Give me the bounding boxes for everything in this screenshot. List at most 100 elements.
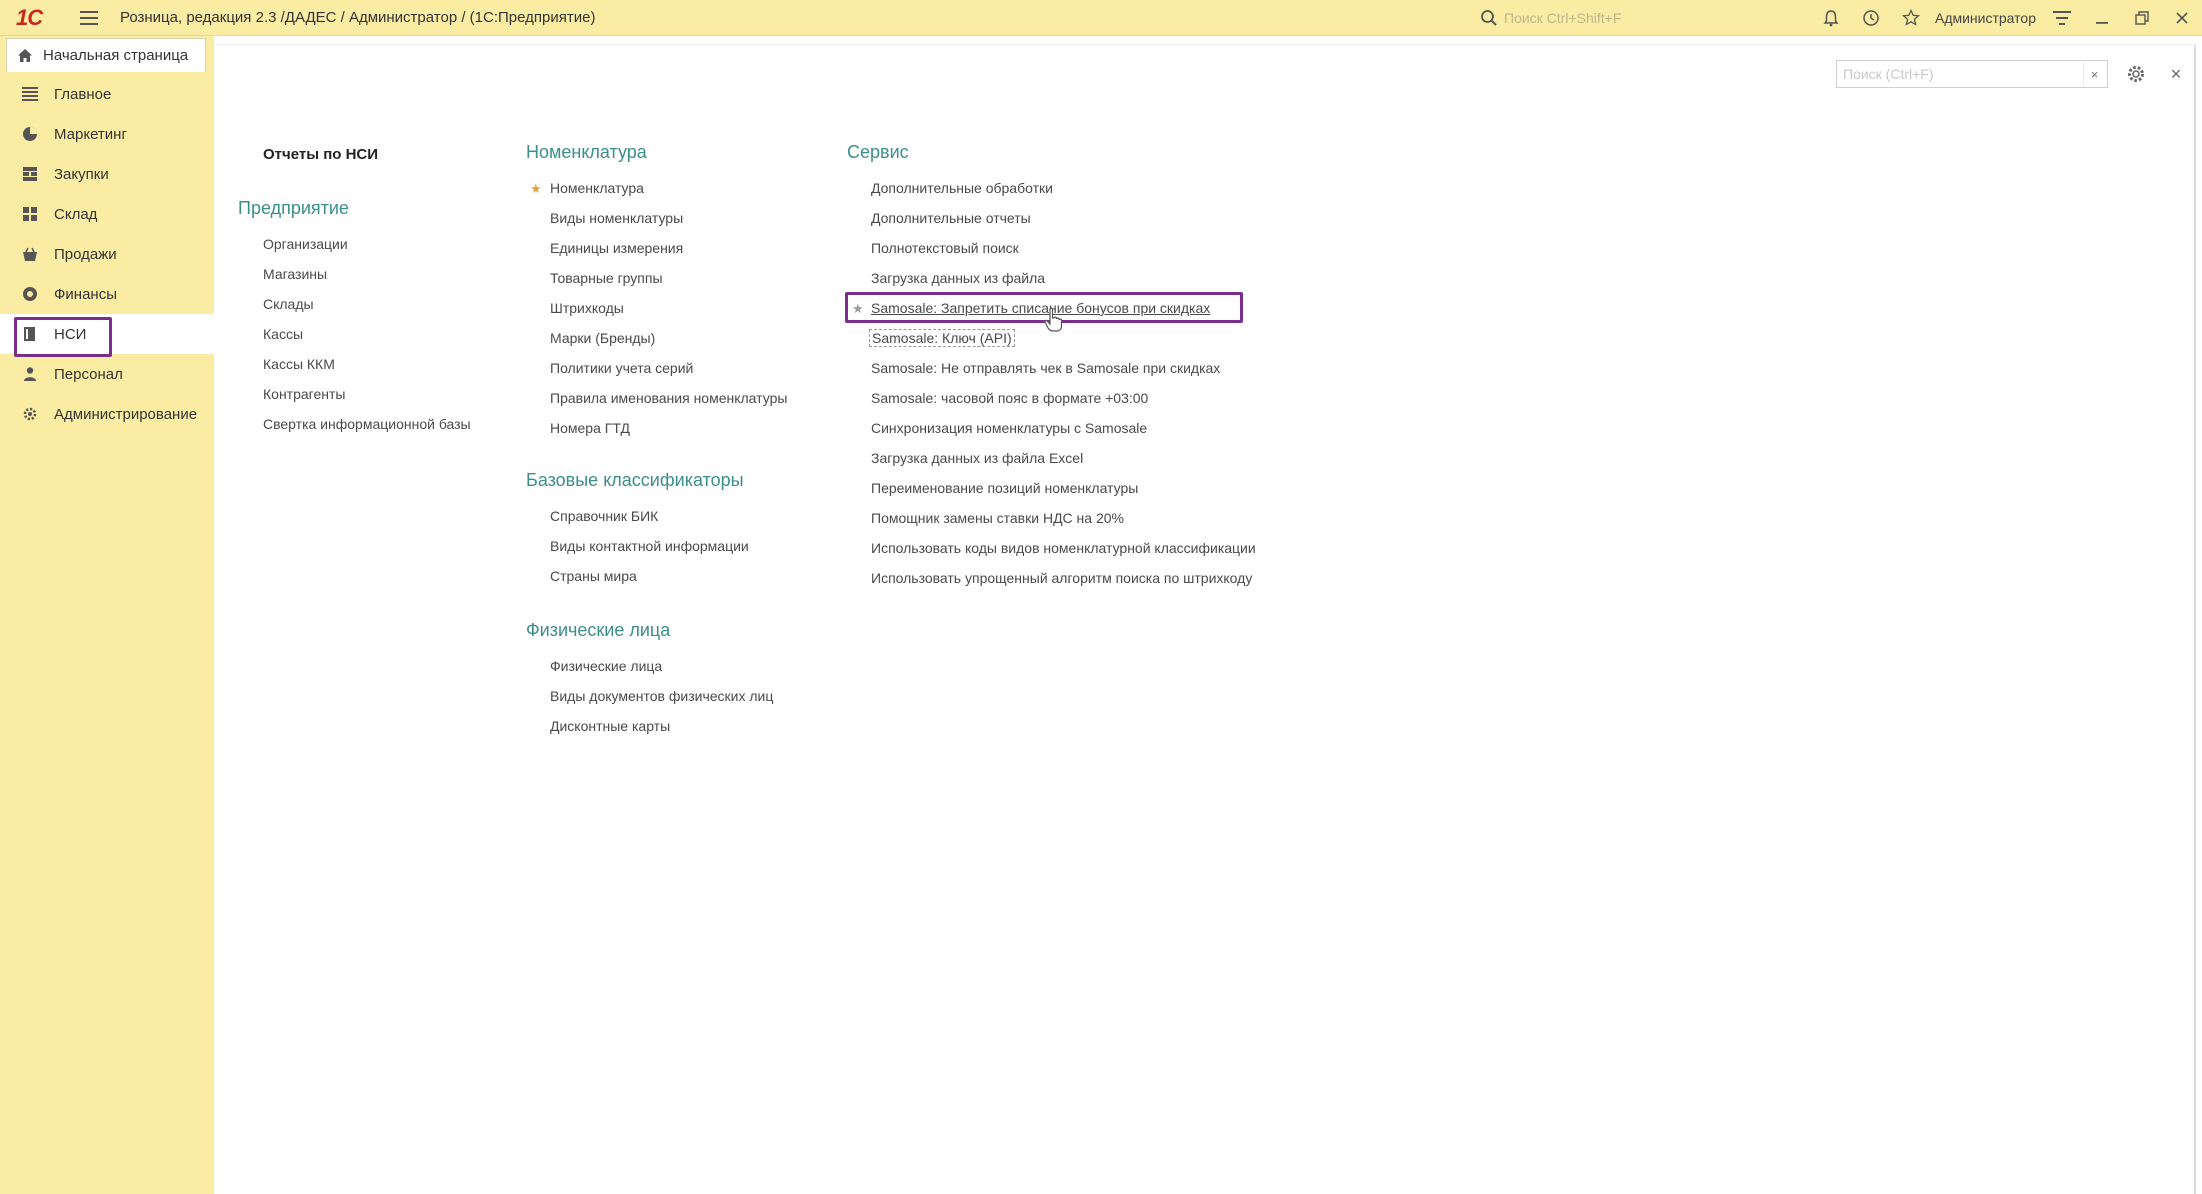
clear-search-button[interactable]: ×: [2083, 62, 2105, 86]
section-purchases[interactable]: Закупки: [0, 154, 214, 194]
link-load-from-excel[interactable]: Загрузка данных из файла Excel: [871, 450, 1083, 466]
link-additional-processing[interactable]: Дополнительные обработки: [871, 180, 1053, 196]
sections-panel: Начальная страница Главное Маркетинг Зак…: [0, 36, 214, 1194]
link-kkm-cash-desks[interactable]: Кассы ККМ: [263, 356, 335, 372]
link-nomenclature-types[interactable]: Виды номенклатуры: [550, 210, 683, 226]
link-samosale-no-receipt[interactable]: Samosale: Не отправлять чек в Samosale п…: [871, 360, 1220, 376]
section-label: Склад: [54, 205, 98, 223]
link-units[interactable]: Единицы измерения: [550, 240, 683, 256]
link-nomenclature[interactable]: Номенклатура: [550, 180, 644, 196]
history-icon: [1863, 10, 1879, 26]
filter-menu-icon: [2053, 11, 2071, 25]
favorite-star-icon: ★: [852, 301, 864, 316]
close-icon: [2176, 12, 2188, 24]
main-menu-button[interactable]: [78, 7, 100, 29]
person-icon: [20, 364, 40, 384]
link-additional-reports[interactable]: Дополнительные отчеты: [871, 210, 1031, 226]
form-search[interactable]: ×: [1836, 60, 2108, 88]
search-icon: [1481, 10, 1497, 26]
link-product-groups[interactable]: Товарные группы: [550, 270, 663, 286]
section-sales[interactable]: Продажи: [0, 234, 214, 274]
persons-group-title: Физические лица: [526, 620, 671, 640]
link-stores[interactable]: Магазины: [263, 266, 327, 282]
section-nsi[interactable]: НСИ: [0, 314, 214, 357]
link-infobase-collapse[interactable]: Свертка информационной базы: [263, 416, 471, 432]
basket-icon: [20, 244, 40, 264]
minimize-button[interactable]: [2082, 0, 2122, 36]
form-settings-button[interactable]: [2124, 62, 2148, 86]
link-countries[interactable]: Страны мира: [550, 568, 637, 584]
notifications-button[interactable]: [1811, 0, 1851, 36]
link-id-document-types[interactable]: Виды документов физических лиц: [550, 688, 773, 704]
app-logo: 1С: [16, 4, 43, 30]
link-samosale-sync[interactable]: Синхронизация номенклатуры с Samosale: [871, 420, 1147, 436]
form-search-input[interactable]: [1843, 62, 2083, 86]
gear-icon: [20, 404, 40, 424]
link-contact-info-types[interactable]: Виды контактной информации: [550, 538, 749, 554]
bell-icon: [1823, 10, 1839, 27]
section-label: Маркетинг: [54, 125, 127, 143]
section-marketing[interactable]: Маркетинг: [0, 114, 214, 154]
favorite-star-icon: ★: [530, 181, 542, 196]
section-label: Финансы: [54, 285, 117, 303]
link-bik-directory[interactable]: Справочник БИК: [550, 508, 658, 524]
home-icon: [18, 49, 32, 62]
link-fulltext-search[interactable]: Полнотекстовый поиск: [871, 240, 1019, 256]
section-finance[interactable]: Финансы: [0, 274, 214, 314]
pie-chart-icon: [20, 124, 40, 144]
link-gtd-numbers[interactable]: Номера ГТД: [550, 420, 630, 436]
current-user[interactable]: Администратор: [1935, 10, 2036, 26]
link-simple-barcode-search[interactable]: Использовать упрощенный алгоритм поиска …: [871, 570, 1252, 586]
section-warehouse[interactable]: Склад: [0, 194, 214, 234]
hamburger-icon: [80, 10, 98, 25]
link-cash-desks[interactable]: Кассы: [263, 326, 303, 342]
title-bar: 1С Розница, редакция 2.3 /ДАДЕС / Админи…: [0, 0, 2202, 36]
window-title: Розница, редакция 2.3 /ДАДЕС / Администр…: [120, 9, 596, 26]
section-label: Персонал: [54, 365, 123, 383]
section-administration[interactable]: Администрирование: [0, 394, 214, 434]
link-individuals[interactable]: Физические лица: [550, 658, 662, 674]
link-use-classification-codes[interactable]: Использовать коды видов номенклатурной к…: [871, 540, 1256, 556]
link-barcodes[interactable]: Штрихкоды: [550, 300, 624, 316]
link-samosale-api-key[interactable]: Samosale: Ключ (API): [869, 329, 1015, 347]
tab-home-page[interactable]: Начальная страница: [6, 38, 206, 72]
restore-button[interactable]: [2122, 0, 2162, 36]
book-icon: [20, 324, 40, 344]
link-brands[interactable]: Марки (Бренды): [550, 330, 655, 346]
close-form-button[interactable]: ×: [2164, 62, 2188, 86]
enterprise-group-title: Предприятие: [238, 198, 349, 218]
gear-icon: [2128, 66, 2144, 82]
settings-menu-button[interactable]: [2042, 0, 2082, 36]
link-load-from-file[interactable]: Загрузка данных из файла: [871, 270, 1045, 286]
link-organizations[interactable]: Организации: [263, 236, 348, 252]
link-samosale-timezone[interactable]: Samosale: часовой пояс в формате +03:00: [871, 390, 1148, 406]
section-label: Главное: [54, 85, 112, 103]
link-discount-cards[interactable]: Дисконтные карты: [550, 718, 670, 734]
global-search[interactable]: [1480, 4, 1830, 32]
close-window-button[interactable]: [2162, 0, 2202, 36]
link-samosale-forbid-bonus[interactable]: Samosale: Запретить списание бонусов при…: [871, 300, 1210, 316]
restore-icon: [2135, 11, 2149, 25]
section-personnel[interactable]: Персонал: [0, 354, 214, 394]
link-warehouses[interactable]: Склады: [263, 296, 314, 312]
link-vat-assistant[interactable]: Помощник замены ставки НДС на 20%: [871, 510, 1124, 526]
favorites-button[interactable]: [1891, 0, 1931, 36]
link-series-policies[interactable]: Политики учета серий: [550, 360, 693, 376]
coins-icon: [20, 284, 40, 304]
section-label: НСИ: [54, 325, 87, 343]
section-main[interactable]: Главное: [0, 74, 214, 114]
sections-list: Главное Маркетинг Закупки Склад Продажи …: [0, 74, 214, 434]
section-label: Закупки: [54, 165, 109, 183]
link-rename-items[interactable]: Переименование позиций номенклатуры: [871, 480, 1138, 496]
history-button[interactable]: [1851, 0, 1891, 36]
service-group-title: Сервис: [847, 142, 909, 162]
reports-nsi-link[interactable]: Отчеты по НСИ: [263, 146, 378, 163]
classifiers-group-title: Базовые классификаторы: [526, 470, 744, 490]
global-search-input[interactable]: [1504, 6, 1814, 30]
link-counterparties[interactable]: Контрагенты: [263, 386, 345, 402]
link-naming-rules[interactable]: Правила именования номенклатуры: [550, 390, 787, 406]
section-label: Администрирование: [54, 405, 198, 423]
grid-icon: [20, 204, 40, 224]
purchases-icon: [20, 164, 40, 184]
section-label: Продажи: [54, 245, 117, 263]
